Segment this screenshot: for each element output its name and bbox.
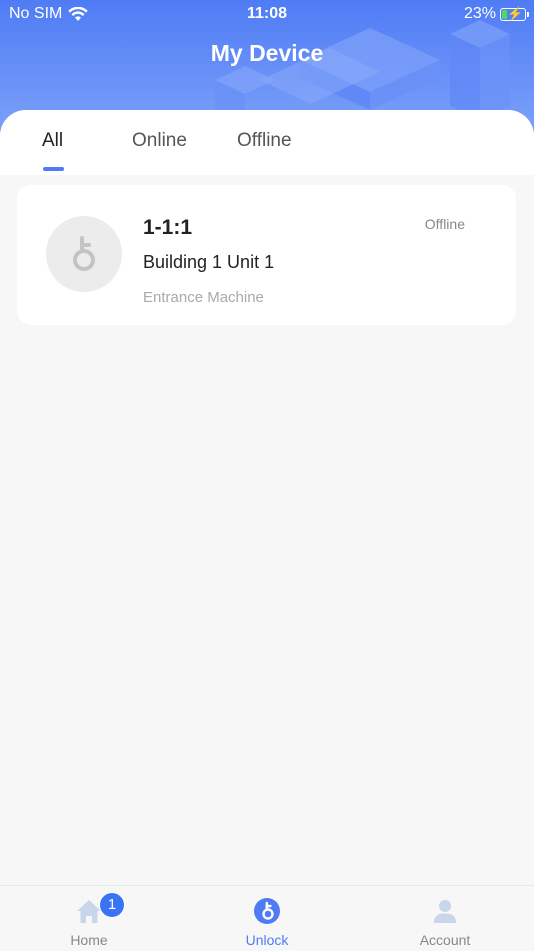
tabbar-unlock[interactable]: Unlock	[207, 886, 327, 951]
user-icon	[434, 900, 456, 923]
filter-tabs: All Online Offline	[0, 110, 534, 175]
unlock-icon	[254, 898, 280, 924]
device-status: Offline	[424, 216, 465, 232]
bottom-tab-bar: 1 Home Unlock Account	[0, 885, 534, 950]
tab-all[interactable]: All	[42, 130, 63, 152]
key-icon	[73, 236, 95, 271]
device-type: Entrance Machine	[143, 289, 264, 306]
tabbar-unlock-label: Unlock	[245, 932, 289, 948]
tabbar-home-label: Home	[70, 932, 108, 948]
device-card[interactable]: 1-1:1 Building 1 Unit 1 Entrance Machine…	[17, 185, 516, 325]
tabbar-account-label: Account	[419, 932, 471, 948]
active-tab-indicator	[43, 167, 64, 171]
tab-online[interactable]: Online	[132, 130, 187, 152]
page-title: My Device	[210, 40, 324, 66]
device-location: Building 1 Unit 1	[143, 252, 275, 272]
tabbar-account[interactable]: Account	[385, 886, 505, 951]
main-content: All Online Offline 1-1:1 Building 1 Unit…	[0, 110, 534, 885]
device-name: 1-1:1	[143, 216, 193, 239]
tab-offline[interactable]: Offline	[237, 130, 292, 152]
notification-badge: 1	[99, 892, 125, 918]
battery-percent: 23%	[463, 5, 496, 22]
tabbar-home[interactable]: 1 Home	[29, 886, 149, 951]
device-avatar	[46, 216, 122, 292]
clock: 11:08	[246, 5, 288, 22]
battery-icon: ⚡	[500, 7, 529, 21]
status-bar: No SIM 11:08 23% ⚡	[0, 0, 534, 28]
